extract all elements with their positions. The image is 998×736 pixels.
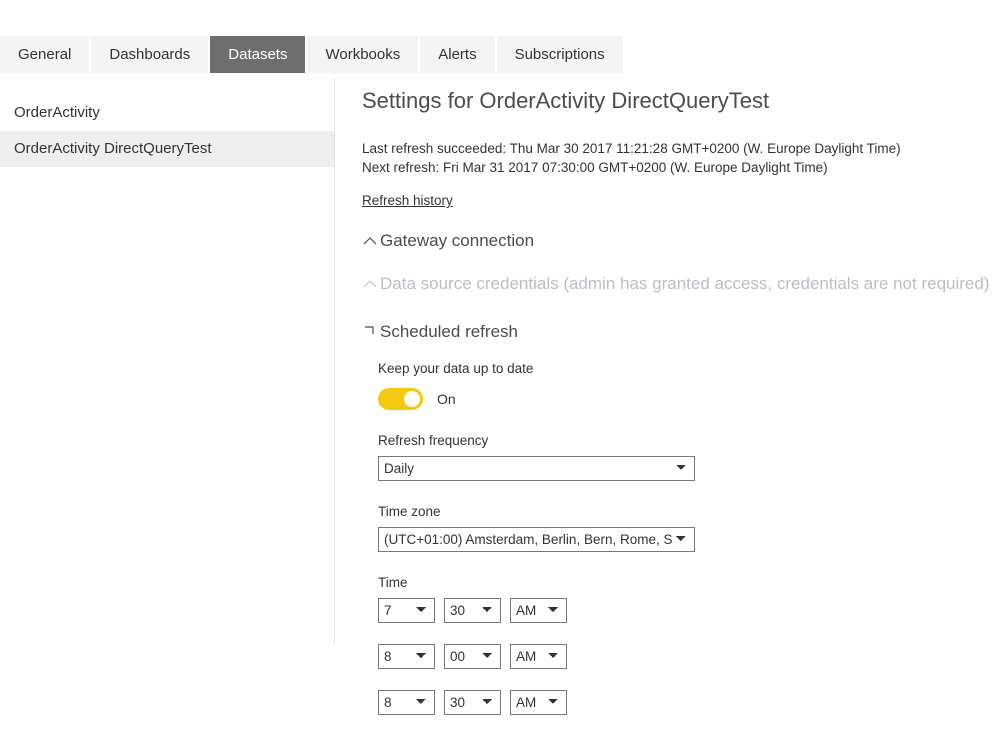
- sidebar-item-orderactivity[interactable]: OrderActivity: [0, 95, 335, 131]
- dataset-list-sidebar: OrderActivity OrderActivity DirectQueryT…: [0, 78, 335, 644]
- tab-workbooks[interactable]: Workbooks: [307, 36, 419, 73]
- next-refresh-text: Next refresh: Fri Mar 31 2017 07:30:00 G…: [362, 160, 828, 175]
- keep-data-up-to-date-row: On: [378, 388, 998, 410]
- tab-datasets[interactable]: Datasets: [210, 36, 306, 73]
- section-label-data-source-credentials: Data source credentials (admin has grant…: [380, 274, 990, 293]
- chevron-up-icon: [362, 233, 378, 249]
- section-header-gateway-connection[interactable]: Gateway connection: [362, 229, 998, 253]
- tab-dashboards[interactable]: Dashboards: [91, 36, 209, 73]
- time-row: 7 30 AM: [378, 598, 998, 623]
- time-group: Time 7 30 AM 8 00 AM 8 30 AM: [378, 574, 998, 715]
- tab-subscriptions[interactable]: Subscriptions: [496, 36, 623, 73]
- keep-data-up-to-date-toggle[interactable]: [378, 388, 423, 410]
- last-refresh-text: Last refresh succeeded: Thu Mar 30 2017 …: [362, 141, 901, 156]
- time-hour-select[interactable]: 8: [378, 690, 435, 715]
- toggle-knob: [404, 391, 420, 407]
- section-label-scheduled-refresh: Scheduled refresh: [380, 322, 518, 341]
- time-minute-select[interactable]: 30: [444, 690, 501, 715]
- time-zone-label: Time zone: [378, 504, 441, 519]
- time-ampm-select[interactable]: AM: [510, 690, 567, 715]
- page-title: Settings for OrderActivity DirectQueryTe…: [362, 88, 770, 113]
- section-label-gateway-connection: Gateway connection: [380, 231, 535, 250]
- time-ampm-select[interactable]: AM: [510, 598, 567, 623]
- sidebar-divider: [334, 78, 335, 645]
- chevron-down-icon: [362, 324, 378, 340]
- sidebar-item-orderactivity-directquerytest[interactable]: OrderActivity DirectQueryTest: [0, 131, 335, 167]
- settings-tabstrip: General Dashboards Datasets Workbooks Al…: [0, 36, 998, 73]
- chevron-up-icon: [362, 276, 378, 292]
- time-row: 8 30 AM: [378, 690, 998, 715]
- time-hour-select[interactable]: 7: [378, 598, 435, 623]
- sidebar-top-spacer: [0, 78, 335, 95]
- section-header-scheduled-refresh[interactable]: Scheduled refresh: [362, 320, 998, 344]
- time-label: Time: [378, 575, 408, 590]
- refresh-frequency-select[interactable]: Daily: [378, 456, 695, 481]
- refresh-frequency-group: Refresh frequency Daily: [378, 432, 998, 481]
- keep-data-up-to-date-label: Keep your data up to date: [378, 361, 534, 376]
- time-minute-select[interactable]: 30: [444, 598, 501, 623]
- scheduled-refresh-body: Keep your data up to date On Refresh fre…: [362, 360, 998, 715]
- time-zone-select[interactable]: (UTC+01:00) Amsterdam, Berlin, Bern, Rom…: [378, 527, 695, 552]
- refresh-history-link[interactable]: Refresh history: [362, 193, 453, 208]
- time-rows: 7 30 AM 8 00 AM 8 30 AM: [378, 598, 998, 715]
- time-minute-select[interactable]: 00: [444, 644, 501, 669]
- time-row: 8 00 AM: [378, 644, 998, 669]
- refresh-status-block: Last refresh succeeded: Thu Mar 30 2017 …: [362, 139, 998, 177]
- section-header-data-source-credentials: Data source credentials (admin has grant…: [362, 272, 998, 296]
- settings-main-panel: Settings for OrderActivity DirectQueryTe…: [362, 86, 998, 736]
- time-ampm-select[interactable]: AM: [510, 644, 567, 669]
- refresh-frequency-label: Refresh frequency: [378, 433, 489, 448]
- toggle-state-label: On: [437, 391, 456, 407]
- tab-general[interactable]: General: [0, 36, 90, 73]
- time-hour-select[interactable]: 8: [378, 644, 435, 669]
- tab-alerts[interactable]: Alerts: [420, 36, 495, 73]
- time-zone-group: Time zone (UTC+01:00) Amsterdam, Berlin,…: [378, 503, 998, 552]
